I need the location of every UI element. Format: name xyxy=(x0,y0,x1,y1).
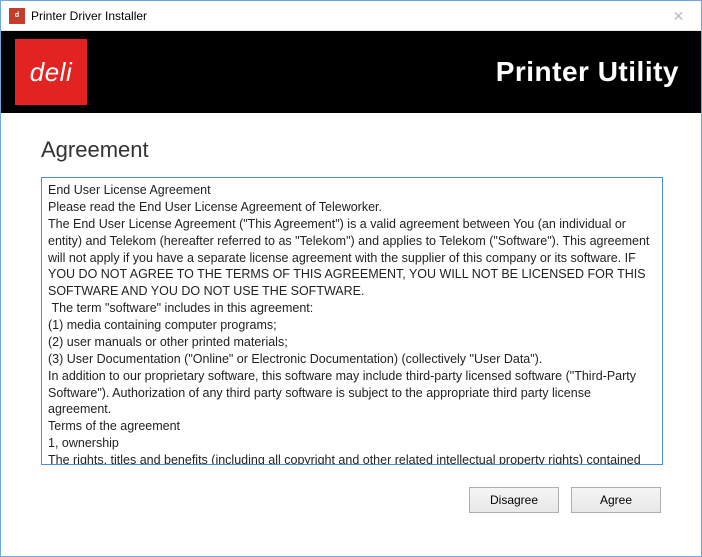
page-heading: Agreement xyxy=(41,137,661,163)
header-band: deli Printer Utility xyxy=(1,31,701,113)
agree-button[interactable]: Agree xyxy=(571,487,661,513)
brand-logo-text: deli xyxy=(30,57,72,88)
eula-textbox[interactable]: End User License Agreement Please read t… xyxy=(41,177,663,465)
window-title: Printer Driver Installer xyxy=(31,9,147,23)
disagree-button[interactable]: Disagree xyxy=(469,487,559,513)
brand-logo: deli xyxy=(15,39,87,105)
titlebar: d Printer Driver Installer ✕ xyxy=(1,1,701,31)
content-area: Agreement End User License Agreement Ple… xyxy=(1,113,701,465)
close-icon[interactable]: ✕ xyxy=(656,1,701,31)
button-row: Disagree Agree xyxy=(1,465,701,513)
app-icon: d xyxy=(9,8,25,24)
utility-title: Printer Utility xyxy=(496,56,679,88)
